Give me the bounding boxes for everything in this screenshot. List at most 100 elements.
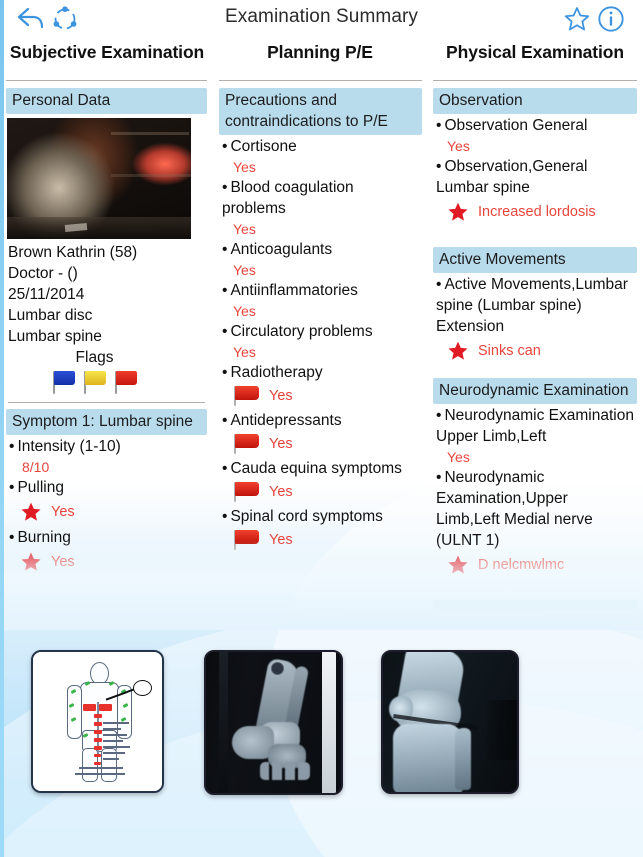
column-headings: Subjective Examination Planning P/E Phys… <box>0 42 643 78</box>
list-item: • Blood coagulation problems <box>222 179 354 217</box>
item-label: Observation,General Lumbar spine <box>436 158 588 196</box>
column-planning[interactable]: Precautions and contraindications to P/E… <box>219 80 422 610</box>
item-value: Yes <box>269 388 293 404</box>
item-label: Cauda equina symptoms <box>230 460 402 477</box>
item-label: Active Movements,Lumbar spine (Lumbar sp… <box>436 276 628 335</box>
top-toolbar: Examination Summary <box>0 0 643 40</box>
item-value: D nelcmwlmc <box>478 557 565 573</box>
item-label: Intensity (1-10) <box>17 438 121 455</box>
red-flag-icon <box>113 370 139 394</box>
item-label: Burning <box>17 529 71 546</box>
item-value: Yes <box>233 303 256 319</box>
column-heading-physical: Physical Examination <box>446 42 624 62</box>
list-item: • Observation General <box>436 117 588 134</box>
item-label: Anticoagulants <box>230 241 333 258</box>
section-header-cut-off <box>433 600 637 610</box>
list-item: • Antidepressants <box>222 412 342 429</box>
column-divider <box>6 80 207 81</box>
examination-summary-screen: Examination Summary Subjective Examinati… <box>0 0 643 857</box>
item-value-row: D nelcmwlmc <box>433 551 637 580</box>
item-value: Yes <box>447 138 470 154</box>
page-title: Examination Summary <box>224 6 419 27</box>
item-value: Yes <box>233 221 256 237</box>
summary-columns: Personal Data Brown Kathrin (58) Doctor … <box>0 80 643 610</box>
left-edge-strip <box>0 0 4 857</box>
item-value: Yes <box>51 504 75 520</box>
item-value-row: Yes <box>219 431 422 458</box>
section-header-active-movements: Active Movements <box>433 247 637 273</box>
section-header-observation: Observation <box>433 88 637 114</box>
item-value: Yes <box>233 159 256 175</box>
list-item: • Antiinflammatories <box>222 282 358 299</box>
item-value-row: Yes <box>6 498 207 527</box>
blue-flag-icon <box>51 370 77 394</box>
flags-row <box>6 369 207 398</box>
section-header-symptom-1: Symptom 1: Lumbar spine <box>6 409 207 435</box>
item-label: Neurodynamic Examination Upper Limb,Left <box>436 407 634 445</box>
item-label: Observation General <box>444 117 588 134</box>
item-label: Antiinflammatories <box>230 282 358 299</box>
list-item: • Cauda equina symptoms <box>222 460 402 477</box>
red-flag-icon <box>233 434 260 454</box>
attachment-thumbnails <box>0 650 643 800</box>
list-item: • Spinal cord symptoms <box>222 508 383 525</box>
item-value-row: Yes <box>219 479 422 506</box>
item-value: Yes <box>233 262 256 278</box>
item-label: Circulatory problems <box>230 323 373 340</box>
red-star-icon <box>21 552 41 571</box>
item-value-row: Sinks can <box>433 337 637 366</box>
item-label: Blood coagulation problems <box>222 179 354 217</box>
item-value: Sinks can <box>478 343 541 359</box>
item-value: Yes <box>269 436 293 452</box>
info-circle-icon[interactable] <box>594 2 628 36</box>
item-value: 8/10 <box>22 459 50 475</box>
list-item: • Radiotherapy <box>222 364 323 381</box>
list-item: • Neurodynamic Examination,Upper Limb,Lef… <box>436 469 593 549</box>
star-outline-icon[interactable] <box>560 2 594 36</box>
column-physical[interactable]: Observation • Observation General Yes • Ob… <box>433 80 637 610</box>
item-value-row: Yes <box>219 527 422 554</box>
patient-photo[interactable] <box>7 118 191 239</box>
red-flag-icon <box>233 482 260 502</box>
patient-date: 25/11/2014 <box>8 286 85 303</box>
red-star-icon <box>448 555 468 574</box>
list-item: • Intensity (1-10) <box>9 438 121 455</box>
item-label: Antidepressants <box>230 412 342 429</box>
red-star-icon <box>448 341 468 360</box>
item-value-row: Increased lordosis <box>433 198 637 227</box>
list-item: • Circulatory problems <box>222 323 373 340</box>
section-header-personal-data: Personal Data <box>6 88 207 114</box>
column-divider <box>219 80 422 81</box>
item-value: Yes <box>269 484 293 500</box>
red-flag-icon <box>233 530 260 550</box>
list-item: • Active Movements,Lumbar spine (Lumbar s… <box>436 276 628 335</box>
ankle-xray-thumbnail[interactable] <box>204 650 343 795</box>
column-heading-planning: Planning P/E <box>267 42 373 62</box>
knee-xray-thumbnail[interactable] <box>381 650 519 794</box>
patient-name: Brown Kathrin (58) <box>8 244 138 261</box>
red-star-icon <box>21 502 41 521</box>
item-value: Yes <box>269 532 293 548</box>
section-divider <box>8 402 205 403</box>
patient-diagnosis: Lumbar disc <box>8 307 93 324</box>
item-label: Cortisone <box>230 138 297 155</box>
yellow-flag-icon <box>82 370 108 394</box>
item-value: Yes <box>51 554 75 570</box>
patient-region: Lumbar spine <box>8 328 102 345</box>
section-header-neurodynamic: Neurodynamic Examination <box>433 378 637 404</box>
list-item: • Observation,General Lumbar spine <box>436 158 588 196</box>
list-item: • Neurodynamic Examination Upper Limb,Lef… <box>436 407 634 445</box>
item-value-row: Yes <box>6 548 207 577</box>
item-value: Increased lordosis <box>478 204 596 220</box>
column-subjective[interactable]: Personal Data Brown Kathrin (58) Doctor … <box>6 80 207 610</box>
patient-doctor: Doctor - () <box>8 265 78 282</box>
list-item: • Cortisone <box>222 138 297 155</box>
red-flag-icon <box>233 386 260 406</box>
item-label: Pulling <box>17 479 64 496</box>
list-item: • Pulling <box>9 479 64 496</box>
list-item: • Burning <box>9 529 71 546</box>
item-value: Yes <box>447 449 470 465</box>
item-value: Yes <box>233 344 256 360</box>
body-chart-thumbnail[interactable] <box>31 650 164 793</box>
item-label: Neurodynamic Examination,Upper Limb,Left… <box>436 469 593 549</box>
